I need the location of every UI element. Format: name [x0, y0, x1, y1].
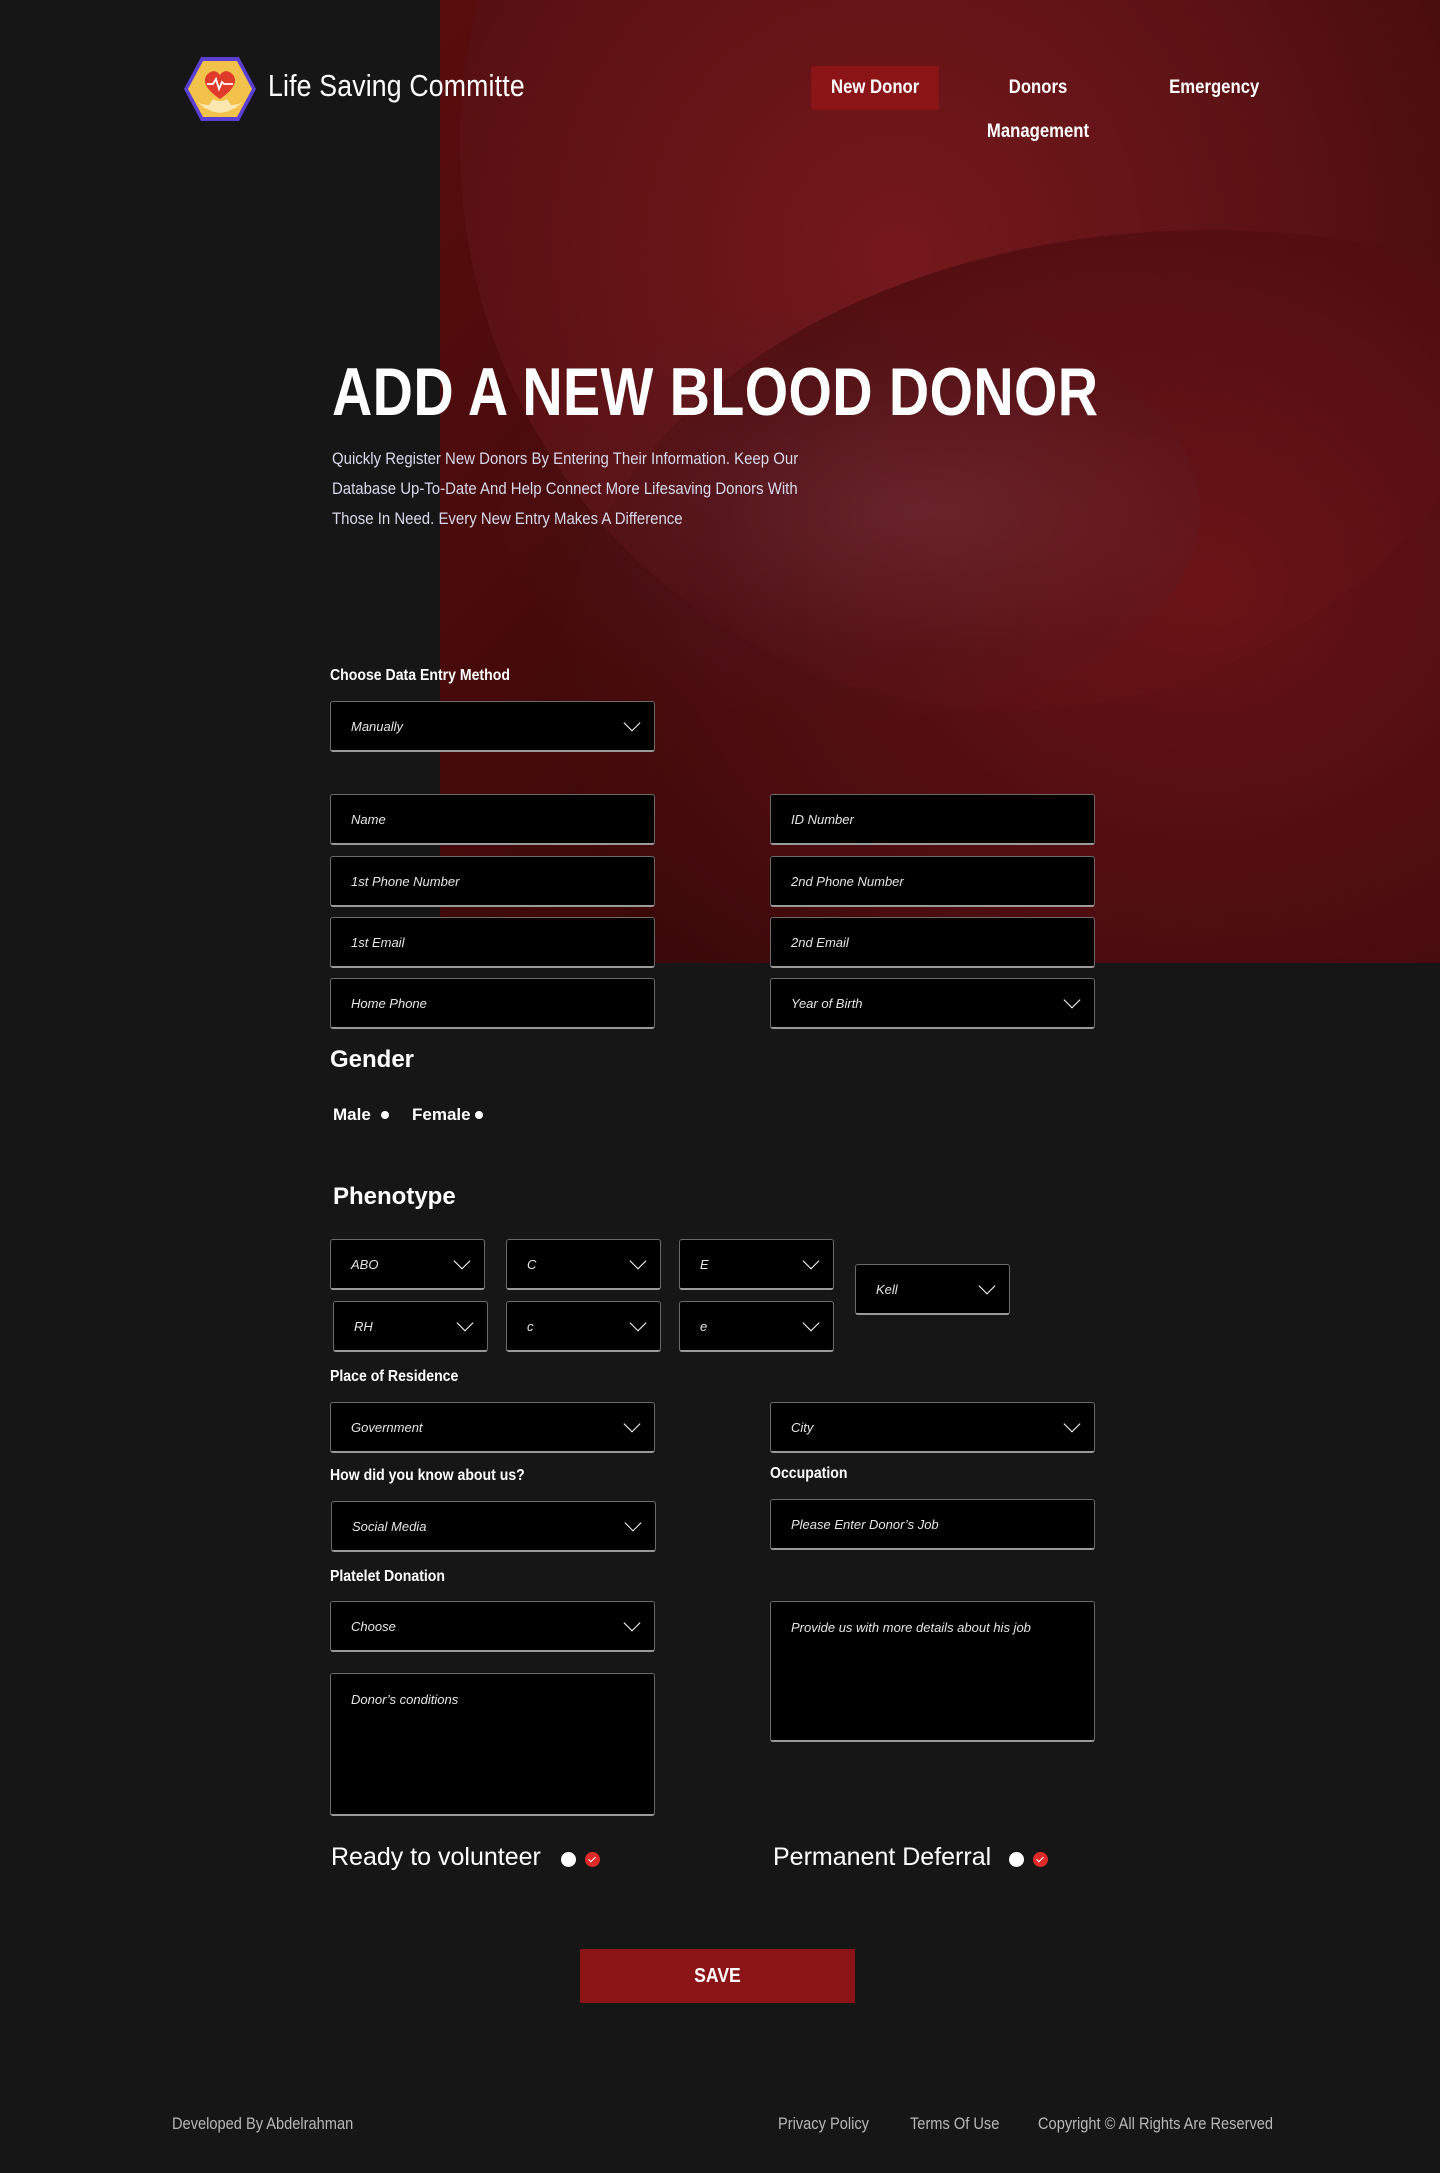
phenotype-c-upper-select[interactable]: C	[506, 1239, 661, 1290]
platelet-select[interactable]: Choose	[330, 1601, 655, 1652]
phone2-field[interactable]: 2nd Phone Number	[770, 856, 1095, 907]
chevron-down-icon	[1063, 1415, 1081, 1433]
footer-copyright: Copyright © All Rights Are Reserved	[1038, 2114, 1274, 2133]
gender-label: Gender	[330, 1046, 415, 1073]
chevron-down-icon	[623, 714, 641, 732]
entry-method-select[interactable]: Manually	[330, 701, 655, 752]
year-of-birth-select[interactable]: Year of Birth	[770, 978, 1095, 1029]
gender-male-radio[interactable]	[381, 1111, 389, 1119]
gender-male-label: Male	[333, 1105, 371, 1124]
phenotype-label: Phenotype	[333, 1183, 456, 1210]
conditions-textarea[interactable]: Donor’s conditions	[330, 1673, 655, 1816]
chevron-down-icon	[453, 1252, 471, 1270]
footer-developer: Developed By Abdelrahman	[172, 2114, 354, 2133]
id-number-field[interactable]: ID Number	[770, 794, 1095, 845]
city-select[interactable]: City	[770, 1402, 1095, 1453]
phenotype-rh-select[interactable]: RH	[333, 1301, 488, 1352]
phone1-field[interactable]: 1st Phone Number	[330, 856, 655, 907]
residence-label: Place of Residence	[330, 1368, 459, 1385]
phenotype-c-lower-select[interactable]: c	[506, 1301, 661, 1352]
phenotype-abo-select[interactable]: ABO	[330, 1239, 485, 1290]
job-details-textarea[interactable]: Provide us with more details about his j…	[770, 1601, 1095, 1742]
ready-to-volunteer-check-icon[interactable]	[585, 1852, 600, 1867]
page-description: Quickly Register New Donors By Entering …	[332, 449, 799, 528]
nav-new-donor[interactable]: New Donor	[811, 66, 939, 110]
chevron-down-icon	[623, 1614, 641, 1632]
permanent-deferral-label: Permanent Deferral	[773, 1843, 992, 1871]
ready-to-volunteer-label: Ready to volunteer	[331, 1843, 541, 1871]
phenotype-e-upper-select[interactable]: E	[679, 1239, 834, 1290]
chevron-down-icon	[629, 1252, 647, 1270]
occupation-field[interactable]: Please Enter Donor’s Job	[770, 1499, 1095, 1550]
page-title: ADD A NEW BLOOD DONOR	[332, 354, 1099, 430]
gender-female-label: Female	[412, 1105, 471, 1124]
chevron-down-icon	[978, 1277, 996, 1295]
chevron-down-icon	[802, 1314, 820, 1332]
government-select[interactable]: Government	[330, 1402, 655, 1453]
nav-donors-management[interactable]: Donors Management	[955, 66, 1121, 142]
permanent-deferral-check-icon[interactable]	[1033, 1852, 1048, 1867]
entry-method-label: Choose Data Entry Method	[330, 667, 510, 684]
chevron-down-icon	[629, 1314, 647, 1332]
permanent-deferral-no-radio[interactable]	[1009, 1852, 1024, 1867]
chevron-down-icon	[624, 1514, 642, 1532]
brand-name: Life Saving Committe	[268, 68, 525, 103]
chevron-down-icon	[623, 1415, 641, 1433]
footer-terms-link[interactable]: Terms Of Use	[910, 2114, 999, 2134]
occupation-label: Occupation	[770, 1465, 848, 1482]
chevron-down-icon	[456, 1314, 474, 1332]
home-phone-field[interactable]: Home Phone	[330, 978, 655, 1029]
know-us-select[interactable]: Social Media	[331, 1501, 656, 1552]
phenotype-kell-select[interactable]: Kell	[855, 1264, 1010, 1315]
footer-privacy-link[interactable]: Privacy Policy	[778, 2114, 869, 2134]
site-header: Life Saving Committe New Donor Donors Ma…	[0, 0, 1440, 180]
name-field[interactable]: Name	[330, 794, 655, 845]
chevron-down-icon	[802, 1252, 820, 1270]
gender-female-radio[interactable]	[475, 1111, 483, 1119]
email1-field[interactable]: 1st Email	[330, 917, 655, 968]
save-button[interactable]: SAVE	[580, 1949, 855, 2003]
nav-emergency[interactable]: Emergency	[1160, 66, 1268, 110]
heart-hands-logo-icon[interactable]	[183, 55, 257, 123]
email2-field[interactable]: 2nd Email	[770, 917, 1095, 968]
phenotype-e-lower-select[interactable]: e	[679, 1301, 834, 1352]
platelet-label: Platelet Donation	[330, 1568, 446, 1585]
chevron-down-icon	[1063, 991, 1081, 1009]
ready-to-volunteer-no-radio[interactable]	[561, 1852, 576, 1867]
know-us-label: How did you know about us?	[330, 1467, 525, 1484]
